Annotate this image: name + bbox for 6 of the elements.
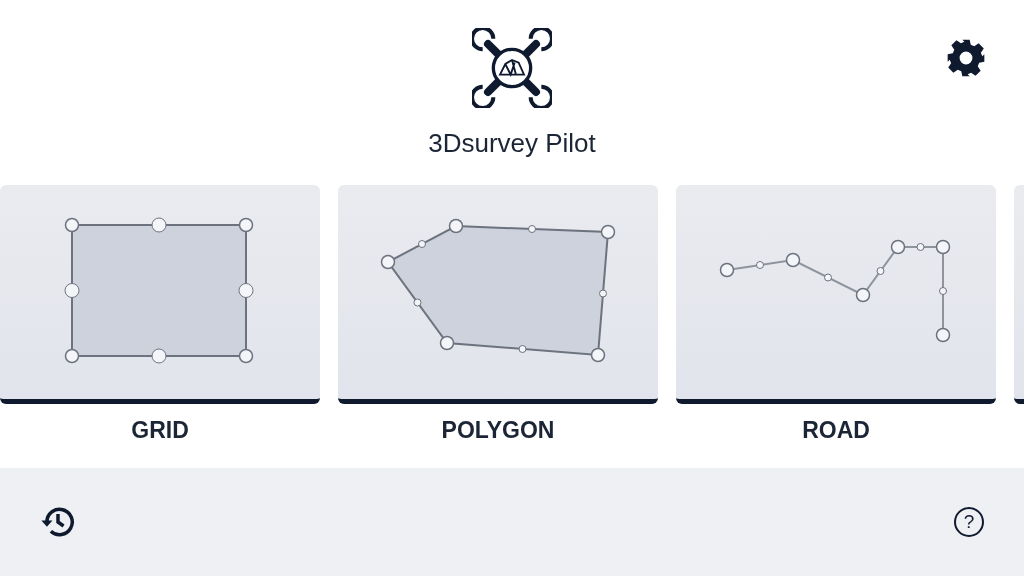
mode-label: GRID bbox=[131, 417, 189, 444]
drone-logo-icon bbox=[472, 28, 552, 108]
mode-label: ROAD bbox=[802, 417, 870, 444]
app-title: 3Dsurvey Pilot bbox=[428, 128, 596, 159]
help-button[interactable]: ? bbox=[954, 507, 984, 537]
mode-label: POLYGON bbox=[441, 417, 555, 444]
